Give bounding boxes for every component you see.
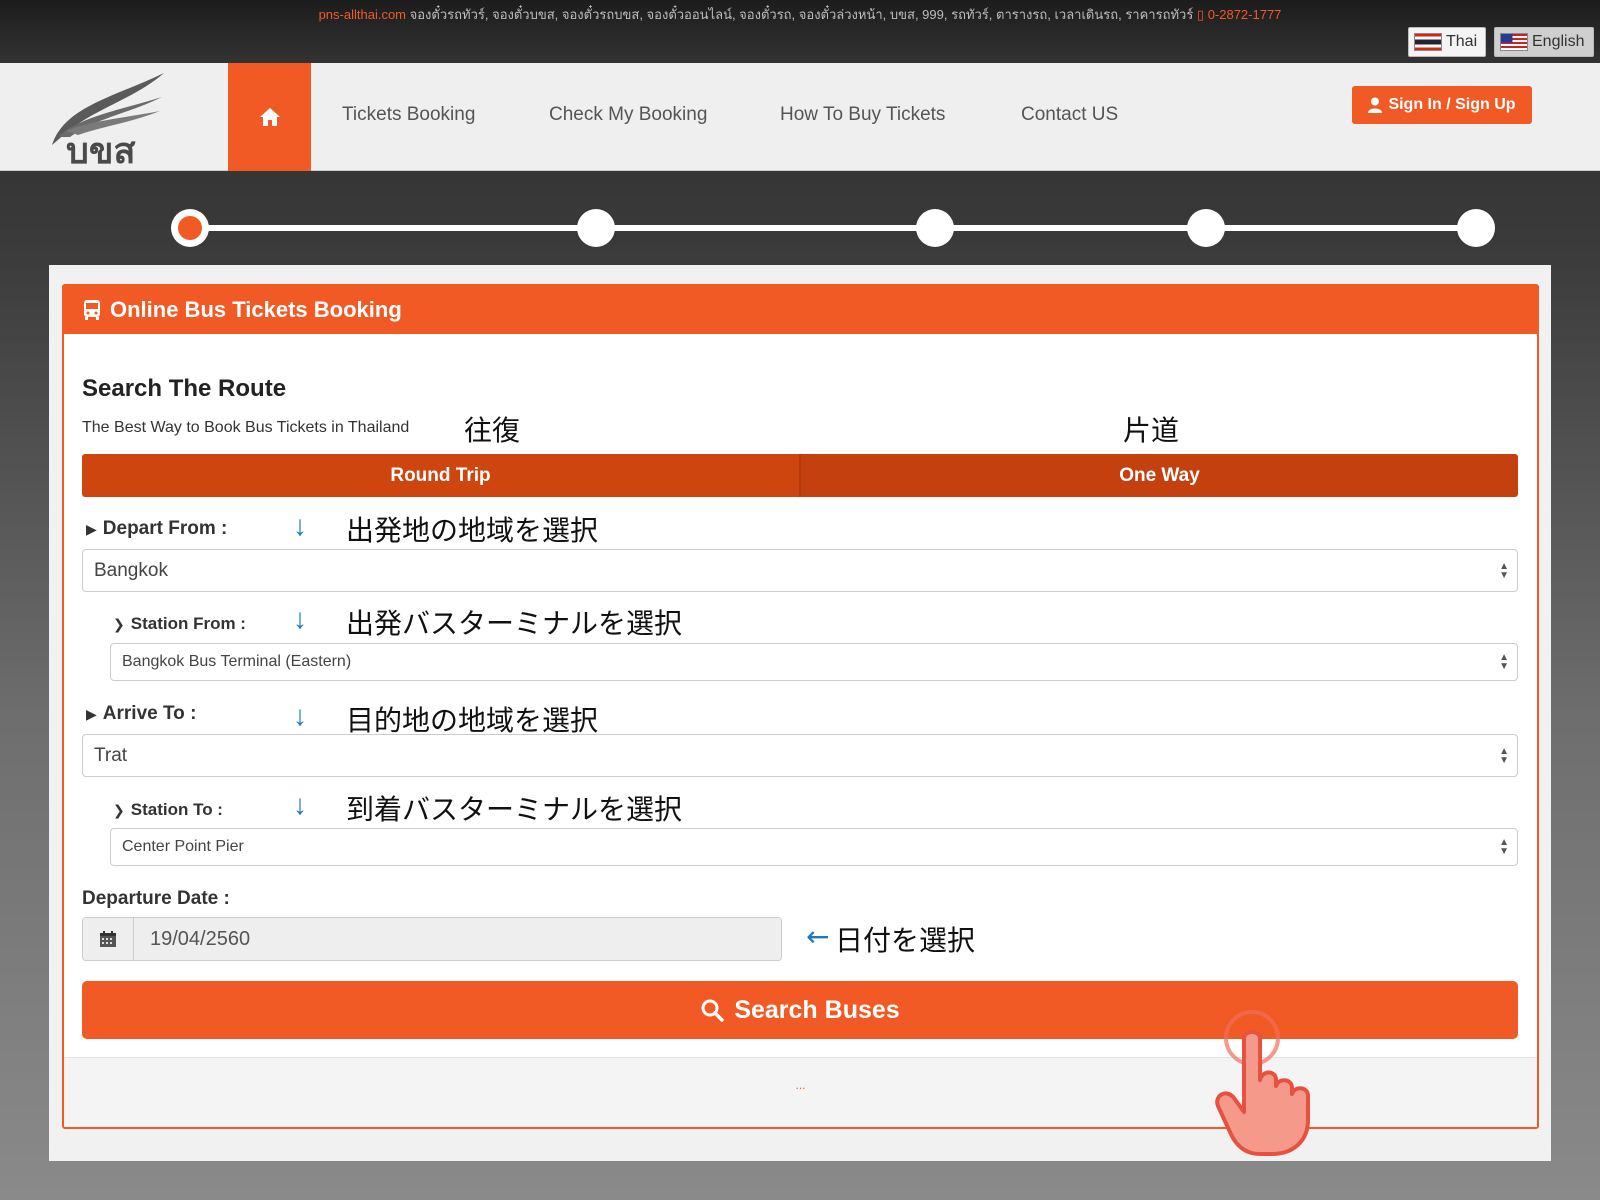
select-spinner-icon: ▲ ▼ <box>1499 652 1509 672</box>
station-from-value: Bangkok Bus Terminal (Eastern) <box>122 653 352 670</box>
down-arrow-icon: ↓ <box>293 510 307 541</box>
arrive-to-select[interactable]: Trat ▲ ▼ <box>82 734 1518 777</box>
search-route-subtitle: The Best Way to Book Bus Tickets in Thai… <box>82 419 410 436</box>
station-from-select[interactable]: Bangkok Bus Terminal (Eastern) ▲ ▼ <box>110 643 1518 681</box>
calendar-button[interactable] <box>83 918 134 960</box>
home-icon <box>259 108 280 126</box>
arrive-to-label: ▶ Arrive To : <box>86 703 196 725</box>
language-thai-label: Thai <box>1446 33 1478 50</box>
logo-text: บขส <box>66 131 135 167</box>
departure-date-input[interactable]: 19/04/2560 <box>134 918 781 960</box>
chevron-right-icon: ❯ <box>113 616 125 632</box>
calendar-icon <box>100 931 116 947</box>
logo-swoosh-icon: บขส <box>52 73 164 172</box>
main-navbar: บขส Tickets Booking Check My Booking How… <box>0 63 1600 172</box>
home-button[interactable] <box>228 63 311 171</box>
select-spinner-icon: ▲ ▼ <box>1499 560 1509 581</box>
annotation-station-from: 出発バスターミナルを選択 <box>346 607 683 640</box>
station-to-select[interactable]: Center Point Pier ▲ ▼ <box>110 828 1518 866</box>
tab-round-trip[interactable]: Round Trip <box>82 454 799 497</box>
top-info-text: pns-allthai.com จองตั๋วรถทัวร์, จองตั๋วบ… <box>0 4 1600 25</box>
language-thai-button[interactable]: Thai <box>1408 27 1486 57</box>
search-buses-label: Search Buses <box>734 995 900 1024</box>
annotation-date: 日付を選択 <box>835 924 976 957</box>
trip-type-tabs: Round Trip One Way <box>82 454 1518 497</box>
station-to-label-text: Station To : <box>130 800 223 819</box>
keywords-text: จองตั๋วรถทัวร์, จองตั๋วบขส, จองตั๋วรถบขส… <box>406 7 1197 22</box>
signin-label: Sign In / Sign Up <box>1388 96 1516 113</box>
language-english-button[interactable]: English <box>1494 27 1594 57</box>
station-from-label: ❯ Station From : <box>113 614 246 634</box>
annotation-depart: 出発地の地域を選択 <box>346 514 599 547</box>
station-to-value: Center Point Pier <box>122 838 244 855</box>
select-spinner-icon: ▲ ▼ <box>1499 837 1509 857</box>
annotation-station-to: 到着バスターミナルを選択 <box>346 793 683 826</box>
search-icon <box>701 999 725 1022</box>
progress-step-3 <box>916 209 954 247</box>
depart-from-label-text: Depart From : <box>102 518 228 539</box>
us-flag-icon <box>1500 33 1528 51</box>
down-arrow-icon: ↓ <box>293 603 307 634</box>
pointing-hand-icon <box>1215 1010 1310 1156</box>
annotation-round-trip: 往復 <box>464 414 521 447</box>
departure-date-label: Departure Date : <box>82 888 230 909</box>
departure-date-group[interactable]: 19/04/2560 <box>82 917 782 961</box>
annotation-one-way: 片道 <box>1123 414 1180 447</box>
caret-right-icon: ▶ <box>86 706 97 722</box>
down-arrow-icon: ↓ <box>293 700 307 731</box>
nav-check-my-booking[interactable]: Check My Booking <box>549 104 707 126</box>
left-arrow-icon: ← <box>806 920 830 953</box>
progress-step-4 <box>1187 209 1225 247</box>
station-to-label: ❯ Station To : <box>113 800 223 820</box>
nav-contact-us[interactable]: Contact US <box>1021 104 1118 126</box>
user-icon <box>1368 97 1383 113</box>
card-header: Online Bus Tickets Booking <box>64 286 1537 334</box>
bus-icon <box>84 300 100 320</box>
depart-from-label: ▶ Depart From : <box>86 518 227 540</box>
phone-icon: ▯ <box>1196 7 1208 22</box>
caret-right-icon: ▶ <box>86 521 97 537</box>
select-spinner-icon: ▲ ▼ <box>1499 745 1509 766</box>
phone-number[interactable]: 0-2872-1777 <box>1208 7 1282 22</box>
arrive-to-label-text: Arrive To : <box>102 703 197 724</box>
progress-line <box>190 225 1480 231</box>
depart-from-value: Bangkok <box>94 559 168 581</box>
language-english-label: English <box>1532 33 1585 50</box>
site-link[interactable]: pns-allthai.com <box>319 7 406 22</box>
progress-step-2 <box>577 209 615 247</box>
progress-step-5 <box>1457 209 1495 247</box>
search-route-title: Search The Route <box>82 375 287 402</box>
card-header-title: Online Bus Tickets Booking <box>110 297 402 322</box>
station-from-label-text: Station From : <box>130 614 246 633</box>
annotation-arrive: 目的地の地域を選択 <box>346 704 599 737</box>
chevron-right-icon: ❯ <box>113 802 125 818</box>
thai-flag-icon <box>1414 33 1442 51</box>
depart-from-select[interactable]: Bangkok ▲ ▼ <box>82 549 1518 592</box>
signin-signup-button[interactable]: Sign In / Sign Up <box>1352 86 1532 124</box>
progress-step-1 <box>171 209 209 247</box>
tab-one-way[interactable]: One Way <box>799 454 1518 497</box>
top-info-bar: pns-allthai.com จองตั๋วรถทัวร์, จองตั๋วบ… <box>0 0 1600 63</box>
nav-tickets-booking[interactable]: Tickets Booking <box>342 104 475 126</box>
brand-logo[interactable]: บขส <box>44 67 174 172</box>
down-arrow-icon: ↓ <box>293 789 307 820</box>
nav-how-to-buy[interactable]: How To Buy Tickets <box>780 104 945 126</box>
arrive-to-value: Trat <box>94 744 128 766</box>
